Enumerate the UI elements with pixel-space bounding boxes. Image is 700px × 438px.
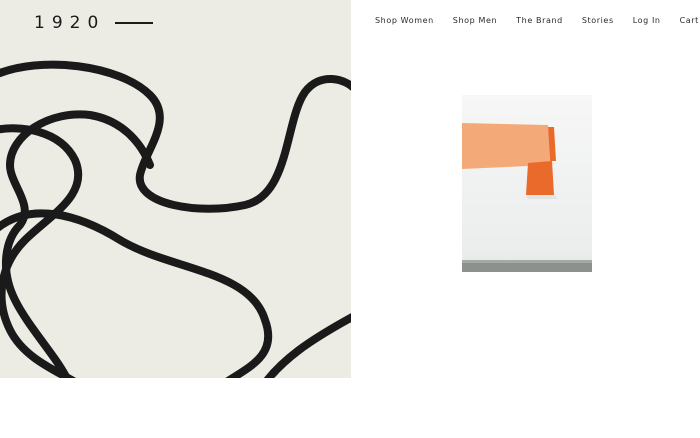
nav-stories[interactable]: Stories	[582, 16, 614, 25]
nav-the-brand[interactable]: The Brand	[516, 16, 563, 25]
main-navigation: Shop Women Shop Men The Brand Stories Lo…	[375, 16, 699, 25]
page: 1920 Shop Women Shop Men The Brand Stori…	[0, 0, 700, 438]
logo-dash	[115, 22, 154, 24]
featured-product-image[interactable]	[462, 95, 592, 272]
nav-shop-men[interactable]: Shop Men	[453, 16, 497, 25]
brand-logo[interactable]: 1920	[34, 12, 154, 34]
logo-text: 1920	[34, 13, 106, 33]
abstract-line-art	[0, 60, 351, 378]
nav-log-in[interactable]: Log In	[633, 16, 661, 25]
nav-shop-women[interactable]: Shop Women	[375, 16, 434, 25]
nav-cart[interactable]: Cart	[680, 16, 699, 25]
product-photo	[462, 95, 592, 272]
hero-artwork	[0, 0, 351, 378]
